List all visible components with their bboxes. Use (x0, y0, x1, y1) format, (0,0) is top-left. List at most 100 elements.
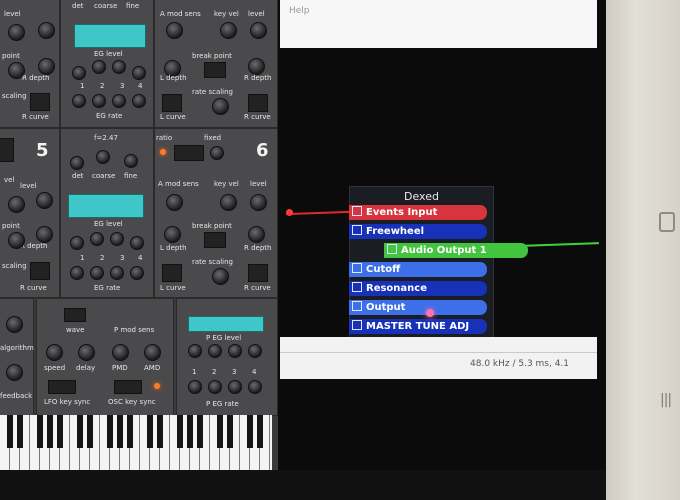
port-param[interactable]: Output (349, 300, 487, 315)
p-eg-rate-knob-1[interactable] (188, 380, 202, 394)
recent-apps-button[interactable]: ||| (660, 392, 672, 408)
lower-eg-rate-knob-3[interactable] (110, 266, 124, 280)
upper-keyvel-knob[interactable] (220, 22, 237, 39)
upper-op-level-knob[interactable] (250, 22, 267, 39)
black-key[interactable] (77, 415, 83, 448)
lower-point-knob[interactable] (8, 232, 25, 249)
p-eg-level-knob-2[interactable] (208, 344, 222, 358)
lower-coarse-knob[interactable] (96, 150, 110, 164)
port-checkbox-icon[interactable] (352, 263, 362, 273)
black-key[interactable] (37, 415, 43, 448)
upper-eg-level-knob-3[interactable] (112, 60, 126, 74)
black-key[interactable] (217, 415, 223, 448)
lower-eg-rate-knob-4[interactable] (130, 266, 144, 280)
black-key[interactable] (187, 415, 193, 448)
lower-ratescaling-knob[interactable] (212, 268, 229, 285)
lfo-amd-knob[interactable] (144, 344, 161, 361)
lfo-key-sync-switch[interactable] (48, 380, 76, 394)
black-key[interactable] (87, 415, 93, 448)
upper-rcurve-selector[interactable] (30, 93, 50, 111)
black-key[interactable] (247, 415, 253, 448)
upper-eg-level-knob-4[interactable] (132, 66, 146, 80)
port-param[interactable]: Cutoff (349, 262, 487, 277)
black-key[interactable] (57, 415, 63, 448)
black-key[interactable] (117, 415, 123, 448)
lower-vel-knob[interactable] (8, 196, 25, 213)
upper-vel-knob[interactable] (38, 22, 55, 39)
upper-eg-level-knob-1[interactable] (72, 66, 86, 80)
black-key[interactable] (227, 415, 233, 448)
lower-eg-level-knob-3[interactable] (110, 232, 124, 246)
port-midi-in[interactable]: Events Input (349, 205, 487, 220)
home-button[interactable] (659, 212, 675, 232)
p-eg-level-knob-3[interactable] (228, 344, 242, 358)
port-param[interactable]: Resonance (349, 281, 487, 296)
lower-det-knob[interactable] (70, 156, 84, 170)
port-param[interactable]: MASTER TUNE ADJ (349, 319, 487, 334)
dexed-plugin-node[interactable]: Dexed Events Input Freewheel Audio Output … (349, 186, 528, 338)
lower-rdepth-knob-right[interactable] (248, 226, 265, 243)
black-key[interactable] (17, 415, 23, 448)
upper-breakpoint-slider[interactable] (204, 62, 226, 78)
lower-rdepth-knob[interactable] (36, 226, 53, 243)
lower-eg-level-knob-2[interactable] (90, 232, 104, 246)
black-key[interactable] (177, 415, 183, 448)
p-eg-rate-knob-2[interactable] (208, 380, 222, 394)
port-checkbox-icon[interactable] (352, 301, 362, 311)
lower-fixed-knob[interactable] (210, 146, 224, 160)
p-eg-level-knob-4[interactable] (248, 344, 262, 358)
lower-amod-knob[interactable] (166, 194, 183, 211)
p-eg-rate-knob-4[interactable] (248, 380, 262, 394)
lower-eg-rate-knob-1[interactable] (70, 266, 84, 280)
lower-lcurve-selector[interactable] (162, 264, 182, 282)
upper-rdepth-knob[interactable] (38, 58, 55, 75)
lower-rcurve-selector[interactable] (30, 262, 50, 280)
upper-level-knob[interactable] (8, 24, 25, 41)
lower-ldepth-knob[interactable] (164, 226, 181, 243)
upper-point-knob[interactable] (8, 62, 25, 79)
lfo-wave-selector[interactable] (64, 308, 86, 322)
lower-eg-rate-knob-2[interactable] (90, 266, 104, 280)
upper-eg-rate-knob-4[interactable] (132, 94, 146, 108)
black-key[interactable] (197, 415, 203, 448)
upper-eg-rate-knob-3[interactable] (112, 94, 126, 108)
upper-eg-rate-knob-1[interactable] (72, 94, 86, 108)
osc-key-sync-switch[interactable] (114, 380, 142, 394)
black-key[interactable] (47, 415, 53, 448)
upper-ratescaling-knob[interactable] (212, 98, 229, 115)
lower-left-switch[interactable] (0, 138, 14, 162)
lfo-speed-knob[interactable] (46, 344, 63, 361)
upper-amod-knob[interactable] (166, 22, 183, 39)
algorithm-knob[interactable] (6, 316, 23, 333)
black-key[interactable] (157, 415, 163, 448)
port-checkbox-icon[interactable] (387, 244, 397, 254)
p-eg-rate-knob-3[interactable] (228, 380, 242, 394)
black-key[interactable] (127, 415, 133, 448)
port-checkbox-icon[interactable] (352, 206, 362, 216)
upper-rcurve-selector-right[interactable] (248, 94, 268, 112)
upper-eg-level-knob-2[interactable] (92, 60, 106, 74)
lower-op-level-knob[interactable] (250, 194, 267, 211)
lower-breakpoint-slider[interactable] (204, 232, 226, 248)
lower-ratio-fixed-switch[interactable] (174, 145, 204, 161)
upper-eg-rate-knob-2[interactable] (92, 94, 106, 108)
feedback-knob[interactable] (6, 364, 23, 381)
lower-level-knob[interactable] (36, 192, 53, 209)
black-key[interactable] (7, 415, 13, 448)
lower-keyvel-knob[interactable] (220, 194, 237, 211)
lower-rcurve-selector-right[interactable] (248, 264, 268, 282)
black-key[interactable] (257, 415, 263, 448)
p-eg-level-knob-1[interactable] (188, 344, 202, 358)
lfo-delay-knob[interactable] (78, 344, 95, 361)
port-checkbox-icon[interactable] (352, 225, 362, 235)
lower-eg-level-knob-1[interactable] (70, 236, 84, 250)
black-key[interactable] (107, 415, 113, 448)
lfo-pmd-knob[interactable] (112, 344, 129, 361)
lower-fine-knob[interactable] (124, 154, 138, 168)
piano-keyboard[interactable] (0, 415, 272, 470)
upper-rdepth-knob-right[interactable] (248, 58, 265, 75)
port-checkbox-icon[interactable] (352, 320, 362, 330)
black-key[interactable] (147, 415, 153, 448)
upper-lcurve-selector[interactable] (162, 94, 182, 112)
midi-wire-endpoint[interactable] (286, 209, 293, 216)
